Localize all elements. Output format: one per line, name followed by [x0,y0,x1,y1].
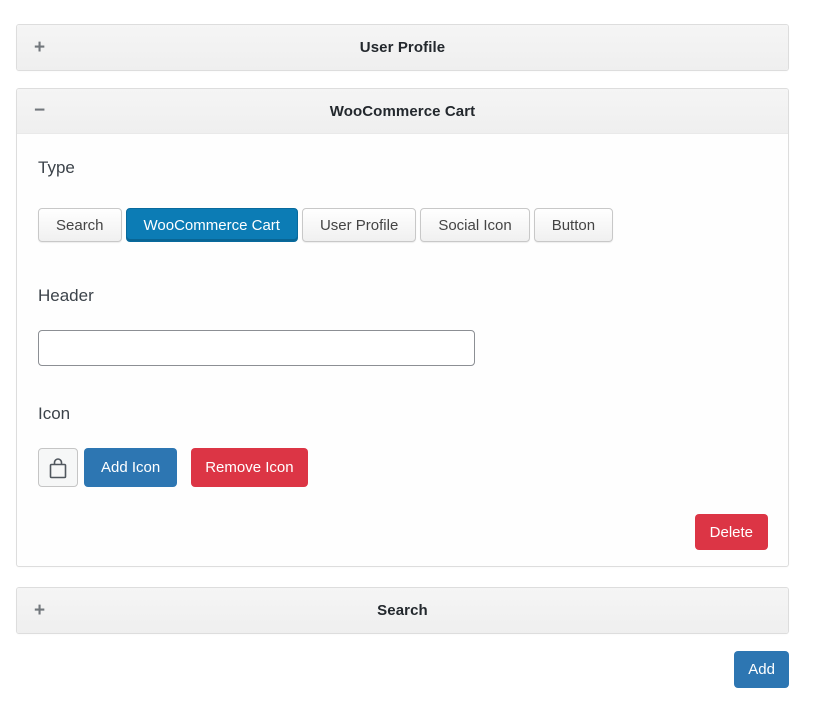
footer-row: Add [16,651,789,688]
plus-icon: + [34,38,45,57]
widget-accordion-page: + User Profile − WooCommerce Cart Type S… [0,0,815,688]
type-option-search[interactable]: Search [38,208,122,242]
type-button-group: Search WooCommerce Cart User Profile Soc… [38,208,768,242]
add-icon-button[interactable]: Add Icon [84,448,177,487]
minus-icon: − [34,101,45,120]
plus-icon: + [34,601,45,620]
shopping-bag-icon [47,456,69,480]
panel-title: User Profile [360,39,445,56]
panel-title: WooCommerce Cart [330,103,476,120]
accordion-header-woocommerce-cart[interactable]: − WooCommerce Cart [17,89,788,134]
delete-row: Delete [38,514,768,550]
header-label: Header [38,286,768,306]
icon-preview-button[interactable] [38,448,78,487]
add-widget-button[interactable]: Add [734,651,789,688]
accordion-panel-user-profile: + User Profile [16,24,789,71]
accordion-panel-woocommerce-cart: − WooCommerce Cart Type Search WooCommer… [16,88,789,567]
type-option-user-profile[interactable]: User Profile [302,208,416,242]
type-label: Type [38,158,768,178]
type-option-woocommerce-cart[interactable]: WooCommerce Cart [126,208,298,242]
type-option-button[interactable]: Button [534,208,613,242]
remove-icon-button[interactable]: Remove Icon [191,448,307,487]
panel-title: Search [377,602,428,619]
header-input[interactable] [38,330,475,366]
type-option-social-icon[interactable]: Social Icon [420,208,529,242]
delete-widget-button[interactable]: Delete [695,514,768,550]
woocommerce-cart-panel-body: Type Search WooCommerce Cart User Profil… [17,134,788,566]
icon-controls-row: Add Icon Remove Icon [38,448,768,487]
accordion-header-search[interactable]: + Search [17,588,788,633]
accordion-header-user-profile[interactable]: + User Profile [17,25,788,70]
accordion-panel-search: + Search [16,587,789,634]
icon-label: Icon [38,404,768,424]
